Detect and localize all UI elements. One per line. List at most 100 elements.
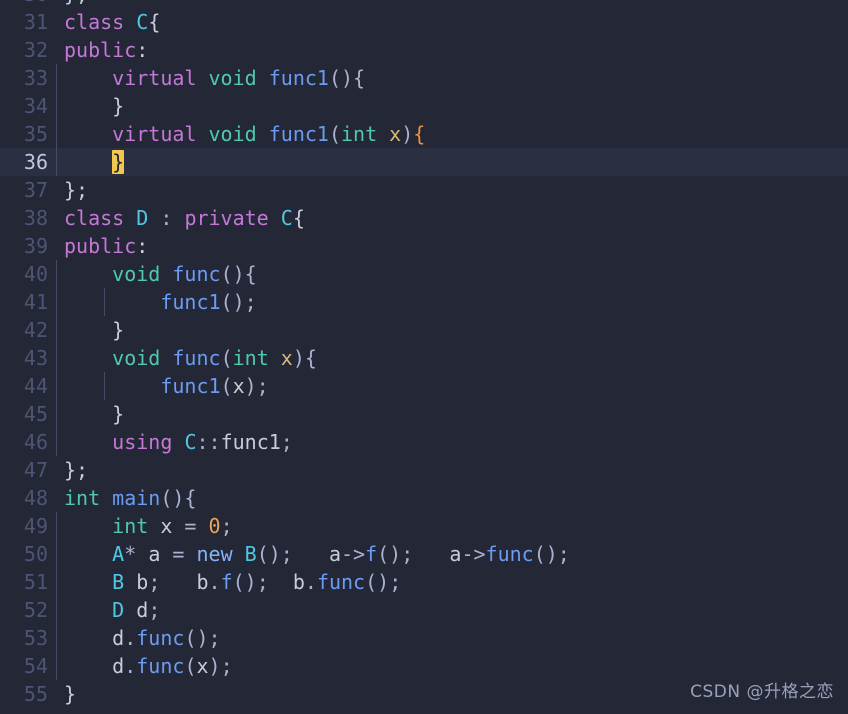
code-line-40[interactable]: 40 void func(){ — [0, 260, 848, 288]
code-token: * — [124, 542, 149, 566]
code-token: int — [232, 346, 269, 370]
code-line-content: }; — [56, 0, 848, 8]
line-number-30: 30 — [0, 0, 56, 8]
code-line-content: d.func(x); — [56, 652, 848, 680]
code-line-49[interactable]: 49 int x = 0; — [0, 512, 848, 540]
code-token: (); — [256, 542, 293, 566]
code-token: ) — [401, 122, 414, 146]
code-line-50[interactable]: 50 A* a = new B(); a->f(); a->func(); — [0, 540, 848, 568]
code-line-30[interactable]: 30}; — [0, 0, 848, 8]
csdn-watermark: CSDN @升格之恋 — [690, 682, 834, 702]
code-token: ); — [208, 654, 233, 678]
code-line-37[interactable]: 37}; — [0, 176, 848, 204]
code-token: B — [112, 570, 125, 594]
code-token: d — [136, 598, 149, 622]
code-token: ; — [148, 598, 161, 622]
code-line-54[interactable]: 54 d.func(x); — [0, 652, 848, 680]
code-line-content: public: — [56, 232, 848, 260]
code-token: int — [341, 122, 378, 146]
indent-guide — [56, 596, 57, 624]
clipped-line-30: 30}; — [0, 0, 848, 8]
code-token: x — [280, 346, 293, 370]
code-token: ( — [184, 654, 197, 678]
code-line-content: A* a = new B(); a->f(); a->func(); — [56, 540, 848, 568]
code-token: ; — [280, 430, 293, 454]
code-line-44[interactable]: 44 func1(x); — [0, 372, 848, 400]
code-line-content: using C::func1; — [56, 428, 848, 456]
code-line-47[interactable]: 47}; — [0, 456, 848, 484]
code-line-45[interactable]: 45 } — [0, 400, 848, 428]
code-line-content: func1(x); — [56, 372, 848, 400]
line-number-39: 39 — [23, 234, 48, 258]
code-line-41[interactable]: 41 func1(); — [0, 288, 848, 316]
code-token: { — [148, 10, 161, 34]
indent-guide — [56, 148, 57, 176]
code-token: C — [280, 206, 293, 230]
code-line-content: void func(int x){ — [56, 344, 848, 372]
code-line-43[interactable]: 43 void func(int x){ — [0, 344, 848, 372]
code-token: ){ — [292, 346, 317, 370]
code-line-34[interactable]: 34 } — [0, 92, 848, 120]
code-line-35[interactable]: 35 virtual void func1(int x){ — [0, 120, 848, 148]
code-line-32[interactable]: 32 public: — [0, 36, 848, 64]
line-number-32: 32 — [23, 38, 48, 62]
line-number-41: 41 — [23, 290, 48, 314]
code-token: b — [136, 570, 149, 594]
code-token: . — [124, 654, 137, 678]
code-line-53[interactable]: 53 d.func(); — [0, 624, 848, 652]
indent-guide — [56, 540, 57, 568]
code-line-51[interactable]: 51 B b; b.f(); b.func(); — [0, 568, 848, 596]
code-token: ( — [220, 374, 233, 398]
code-line-42[interactable]: 42 } — [0, 316, 848, 344]
code-token: class — [64, 10, 125, 34]
code-area[interactable]: 30};31class C{32public:33 virtual void f… — [0, 0, 848, 708]
code-token: ( — [220, 346, 233, 370]
indent-guide — [56, 372, 57, 400]
code-token: D — [136, 206, 149, 230]
code-editor[interactable]: 30};31class C{32public:33 virtual void f… — [0, 0, 848, 714]
code-line-46[interactable]: 46 using C::func1; — [0, 428, 848, 456]
line-number-40: 40 — [23, 262, 48, 286]
code-line-52[interactable]: 52 D d; — [0, 596, 848, 624]
line-number-54: 54 — [23, 654, 48, 678]
code-line-content: func1(); — [56, 288, 848, 316]
indent-guide — [56, 344, 57, 372]
code-token: b — [196, 570, 209, 594]
code-token: (); — [220, 290, 257, 314]
indent-guide — [56, 288, 57, 316]
code-token: d — [112, 654, 125, 678]
code-line-content: } — [56, 148, 848, 176]
line-number-51: 51 — [23, 570, 48, 594]
indent-guide — [56, 260, 57, 288]
code-line-36[interactable]: 36 } — [0, 148, 848, 176]
code-token: func — [172, 346, 221, 370]
line-number-46: 46 — [23, 430, 48, 454]
code-line-39[interactable]: 39 public: — [0, 232, 848, 260]
code-line-content: } — [56, 400, 848, 428]
code-line-31[interactable]: 31 class C{ — [0, 8, 848, 36]
line-number-48: 48 — [23, 486, 48, 510]
code-token: x — [196, 654, 209, 678]
code-line-content: }; — [56, 176, 848, 204]
code-token: using — [112, 430, 173, 454]
code-line-content: }; — [56, 456, 848, 484]
code-token: (){ — [220, 262, 257, 286]
code-line-content: class C{ — [56, 8, 848, 36]
code-line-38[interactable]: 38 class D : private C{ — [0, 204, 848, 232]
code-line-33[interactable]: 33 virtual void func1(){ — [0, 64, 848, 92]
code-token: } — [64, 682, 77, 706]
code-token: func — [136, 626, 185, 650]
code-line-48[interactable]: 48 int main(){ — [0, 484, 848, 512]
